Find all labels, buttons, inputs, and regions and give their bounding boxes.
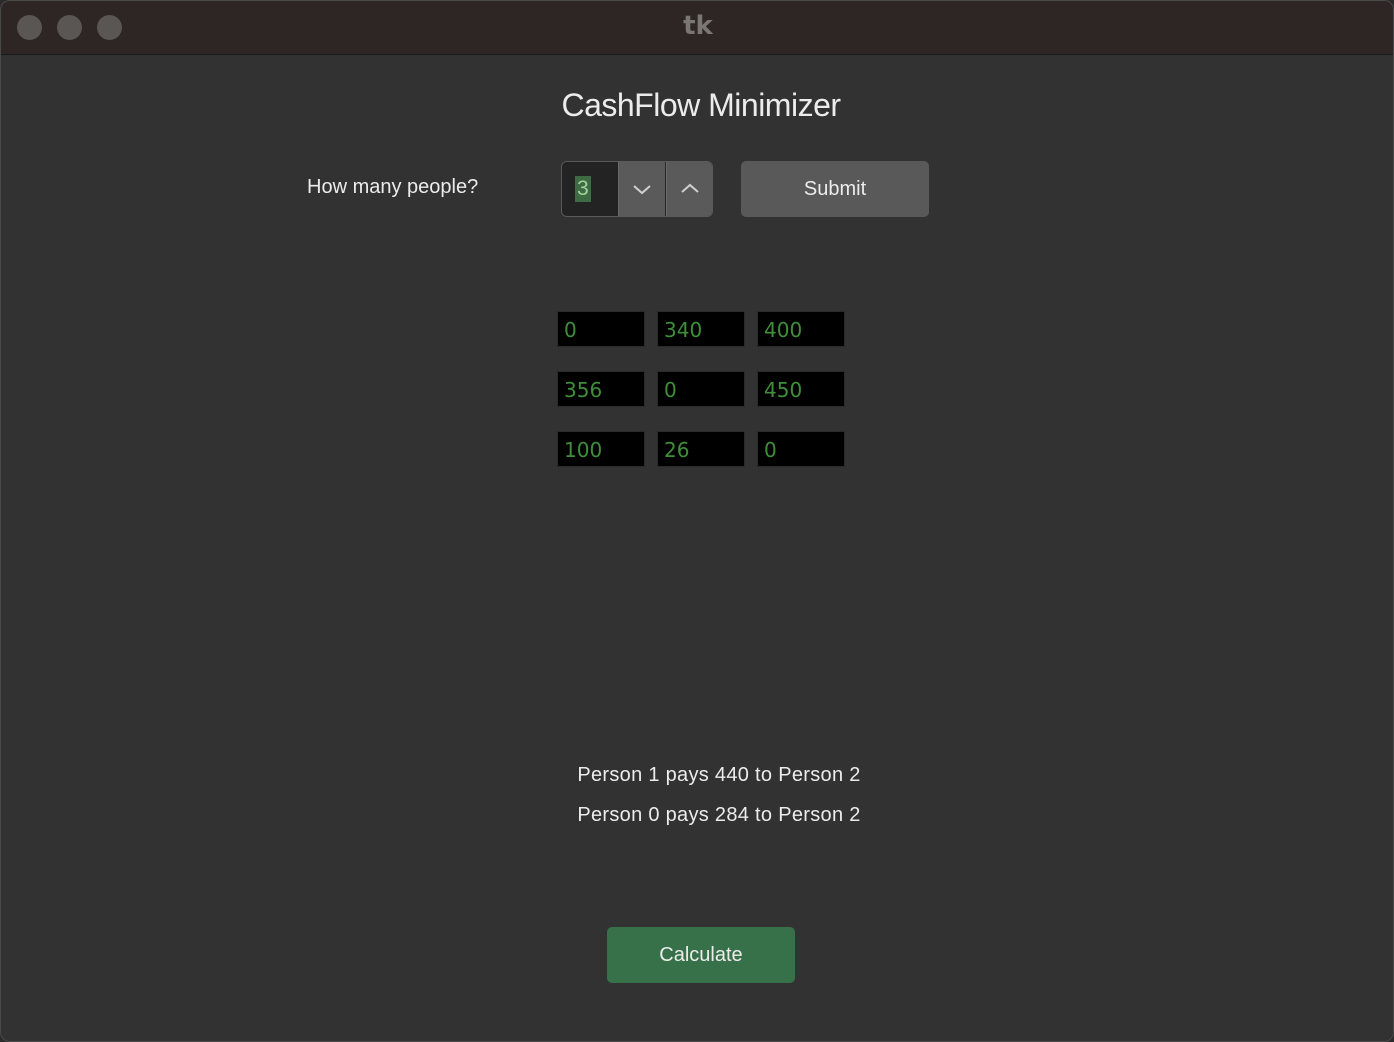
matrix-cell-0-2[interactable]: 400	[757, 311, 845, 347]
people-count-value: 3	[575, 176, 591, 202]
page-title: CashFlow Minimizer	[561, 87, 841, 123]
chevron-down-icon	[633, 185, 651, 195]
people-count-label: How many people?	[307, 176, 479, 198]
people-count-input[interactable]: 3	[562, 162, 618, 216]
matrix-cell-1-2[interactable]: 450	[757, 371, 845, 407]
matrix-cell-1-0[interactable]: 356	[557, 371, 645, 407]
window-title: tk	[683, 11, 713, 41]
matrix-cell-1-1[interactable]: 0	[657, 371, 745, 407]
people-count-spinbox: 3	[561, 161, 713, 217]
decrement-button[interactable]	[618, 162, 665, 216]
matrix-cell-2-0[interactable]: 100	[557, 431, 645, 467]
result-line: Person 1 pays 440 to Person 2	[577, 764, 861, 786]
matrix-cell-2-2[interactable]: 0	[757, 431, 845, 467]
app-window: tk CashFlow Minimizer How many people? 3…	[0, 0, 1394, 1042]
submit-button[interactable]: Submit	[741, 161, 929, 217]
matrix-cell-0-1[interactable]: 340	[657, 311, 745, 347]
increment-button[interactable]	[666, 162, 712, 216]
matrix-cell-2-1[interactable]: 26	[657, 431, 745, 467]
matrix-cell-0-0[interactable]: 0	[557, 311, 645, 347]
calculate-button[interactable]: Calculate	[607, 927, 795, 983]
chevron-up-icon	[681, 183, 699, 193]
title-bar: tk	[1, 1, 1393, 55]
result-line: Person 0 pays 284 to Person 2	[577, 804, 861, 826]
